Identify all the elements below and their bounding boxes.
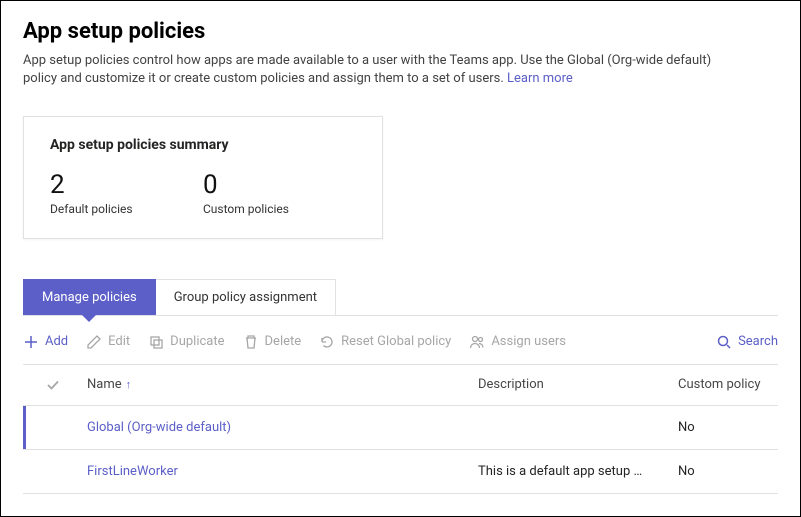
learn-more-link[interactable]: Learn more [507, 71, 573, 86]
trash-icon [243, 334, 259, 350]
reset-icon [319, 334, 335, 350]
users-icon [469, 334, 485, 350]
add-label: Add [45, 334, 68, 349]
policy-name-link[interactable]: Global (Org-wide default) [87, 420, 231, 435]
table-row[interactable]: Global (Org-wide default) No [23, 406, 778, 450]
summary-custom-count: 0 [203, 171, 356, 200]
col-custom-header[interactable]: Custom policy [678, 377, 778, 392]
summary-default-count: 2 [50, 171, 203, 200]
pencil-icon [86, 334, 102, 350]
summary-title: App setup policies summary [50, 137, 356, 153]
summary-card: App setup policies summary 2 Default pol… [23, 116, 383, 239]
tab-manage-policies[interactable]: Manage policies [23, 279, 156, 315]
assign-users-button[interactable]: Assign users [469, 334, 566, 350]
page-title: App setup policies [23, 19, 778, 44]
add-button[interactable]: Add [23, 334, 68, 350]
page-description: App setup policies control how apps are … [23, 52, 743, 88]
search-icon [716, 334, 732, 350]
reset-label: Reset Global policy [341, 334, 451, 349]
assign-label: Assign users [491, 334, 566, 349]
table-row[interactable]: FirstLineWorker This is a default app se… [23, 450, 778, 494]
summary-default-label: Default policies [50, 202, 203, 216]
search-box[interactable]: Search [716, 334, 778, 350]
policy-description: This is a default app setup … [478, 464, 678, 479]
page-description-text: App setup policies control how apps are … [23, 53, 711, 86]
toolbar: Add Edit Duplicate Delete Reset Global p… [23, 316, 778, 365]
reset-button[interactable]: Reset Global policy [319, 334, 451, 350]
tabs: Manage policies Group policy assignment [23, 279, 778, 316]
edit-button[interactable]: Edit [86, 334, 130, 350]
summary-default-stat: 2 Default policies [50, 171, 203, 216]
policy-custom-value: No [678, 464, 778, 479]
summary-custom-label: Custom policies [203, 202, 356, 216]
tab-group-policy-assignment[interactable]: Group policy assignment [156, 279, 336, 315]
duplicate-icon [148, 334, 164, 350]
col-description-header[interactable]: Description [478, 377, 678, 392]
duplicate-button[interactable]: Duplicate [148, 334, 224, 350]
duplicate-label: Duplicate [170, 334, 224, 349]
sort-arrow-icon: ↑ [126, 378, 132, 391]
delete-button[interactable]: Delete [243, 334, 302, 350]
plus-icon [23, 334, 39, 350]
edit-label: Edit [108, 334, 130, 349]
delete-label: Delete [265, 334, 302, 349]
policy-custom-value: No [678, 420, 778, 435]
check-icon [45, 377, 61, 393]
search-label: Search [738, 334, 778, 349]
policies-table: Name ↑ Description Custom policy Global … [23, 365, 778, 494]
col-name-header[interactable]: Name ↑ [83, 377, 478, 392]
table-header: Name ↑ Description Custom policy [23, 365, 778, 406]
summary-custom-stat: 0 Custom policies [203, 171, 356, 216]
policy-name-link[interactable]: FirstLineWorker [87, 464, 178, 479]
col-name-label: Name [87, 377, 122, 392]
select-all-checkbox[interactable] [23, 377, 83, 393]
